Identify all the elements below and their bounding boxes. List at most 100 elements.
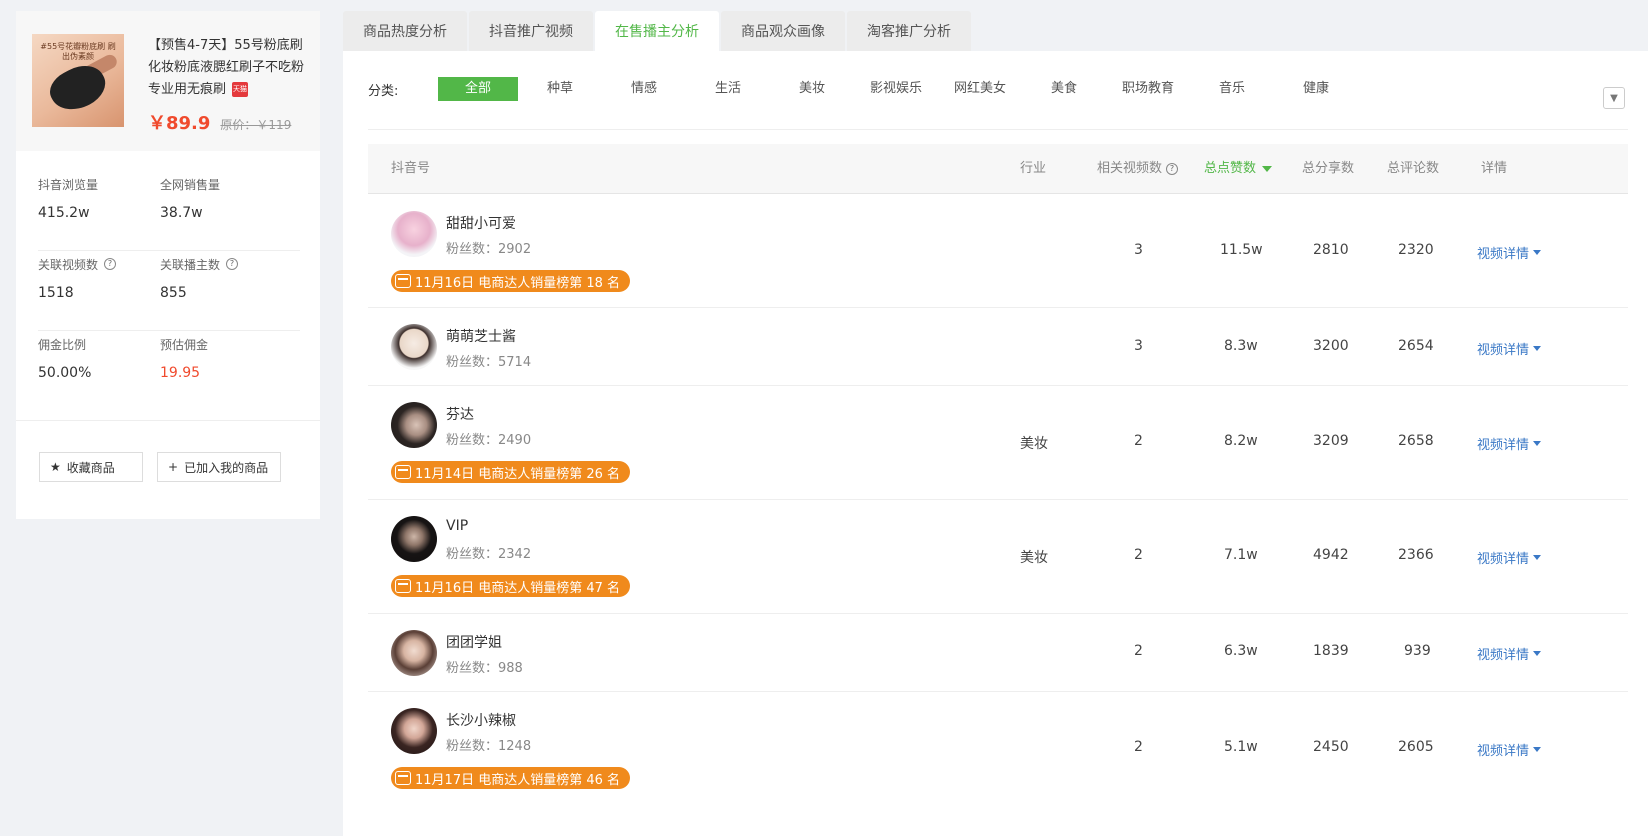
category-film-entertainment[interactable]: 影视娱乐 xyxy=(854,77,938,101)
header-account: 抖音号 xyxy=(391,161,431,176)
product-actions: ★ 收藏商品 + 已加入我的商品 xyxy=(39,452,281,482)
category-filter: 分类: 全部 种草 情感 生活 美妆 影视娱乐 网红美女 美食 职场教育 音乐 … xyxy=(368,76,1648,102)
help-icon[interactable]: ? xyxy=(226,258,239,270)
stat-value: 50.00% xyxy=(38,365,92,381)
dropdown-icon xyxy=(1533,555,1542,560)
category-influencer[interactable]: 网红美女 xyxy=(938,77,1022,101)
likes-cell: 7.1w xyxy=(1224,547,1258,563)
tab-taoke-analysis[interactable]: 淘客推广分析 xyxy=(847,11,971,51)
likes-cell: 6.3w xyxy=(1224,643,1258,659)
stat-related-videos: 关联视频数? 1518 xyxy=(38,255,160,330)
video-detail-link[interactable]: 视频详情 xyxy=(1477,740,1542,759)
comments-cell: 2320 xyxy=(1398,242,1434,258)
plus-icon: + xyxy=(168,460,179,474)
price-row: ￥89.9 原价：￥119 xyxy=(148,109,291,135)
avatar[interactable] xyxy=(391,324,437,370)
videos-cell: 2 xyxy=(1134,739,1143,755)
product-stats: 抖音浏览量 415.2w 全网销售量 38.7w 关联视频数? 1518 关联播… xyxy=(38,171,300,411)
expand-filter-button[interactable]: ▼ xyxy=(1603,87,1625,109)
avatar[interactable] xyxy=(391,708,437,754)
product-title[interactable]: 【预售4-7天】55号粉底刷化妆粉底液腮红刷子不吃粉专业用无痕刷 天猫 xyxy=(148,35,304,101)
tab-content: 分类: 全部 种草 情感 生活 美妆 影视娱乐 网红美女 美食 职场教育 音乐 … xyxy=(343,51,1648,836)
header-detail: 详情 xyxy=(1481,161,1508,176)
divider xyxy=(16,420,320,421)
tab-streamer-analysis[interactable]: 在售播主分析 xyxy=(595,11,719,51)
streamer-name[interactable]: VIP xyxy=(446,518,468,534)
streamer-name[interactable]: 长沙小辣椒 xyxy=(446,710,516,730)
category-all[interactable]: 全部 xyxy=(438,77,518,101)
avatar[interactable] xyxy=(391,630,437,676)
star-icon: ★ xyxy=(50,460,61,474)
category-beauty[interactable]: 美妆 xyxy=(770,77,854,101)
stat-douyin-views: 抖音浏览量 415.2w xyxy=(38,175,160,250)
video-detail-link[interactable]: 视频详情 xyxy=(1477,243,1542,262)
stat-label: 关联播主数? xyxy=(160,255,282,273)
filter-divider xyxy=(368,129,1628,130)
video-detail-link[interactable]: 视频详情 xyxy=(1477,548,1542,567)
stat-value: 1518 xyxy=(38,285,74,301)
stats-row: 佣金比例 50.00% 预估佣金 19.95 xyxy=(38,331,300,411)
stat-label: 抖音浏览量 xyxy=(38,177,99,192)
filter-label: 分类: xyxy=(368,83,399,99)
stat-label: 预估佣金 xyxy=(160,337,209,352)
sales-rank-badge: 11月16日 电商达人销量榜第 18 名 xyxy=(391,270,631,292)
table-row: VIP 粉丝数：2342 11月16日 电商达人销量榜第 47 名 美妆 2 7… xyxy=(368,500,1628,614)
shares-cell: 1839 xyxy=(1313,643,1349,659)
stat-value: 855 xyxy=(160,285,187,301)
video-detail-link[interactable]: 视频详情 xyxy=(1477,644,1542,663)
category-seeding[interactable]: 种草 xyxy=(518,77,602,101)
avatar[interactable] xyxy=(391,402,437,448)
category-career-education[interactable]: 职场教育 xyxy=(1106,77,1190,101)
streamer-name[interactable]: 萌萌芝士酱 xyxy=(446,326,516,346)
stat-related-streamers: 关联播主数? 855 xyxy=(160,255,282,330)
streamer-name[interactable]: 团团学姐 xyxy=(446,632,502,652)
product-image[interactable]: #55号花瓣粉底刷 刷出伪素颜 xyxy=(32,34,124,127)
category-health[interactable]: 健康 xyxy=(1274,77,1358,101)
category-emotion[interactable]: 情感 xyxy=(602,77,686,101)
added-to-my-products-button[interactable]: + 已加入我的商品 xyxy=(157,452,281,482)
likes-cell: 11.5w xyxy=(1220,242,1263,258)
shop-icon xyxy=(395,274,411,288)
avatar[interactable] xyxy=(391,211,437,257)
shares-cell: 2810 xyxy=(1313,242,1349,258)
header-videos[interactable]: 相关视频数 ? xyxy=(1097,144,1179,194)
videos-cell: 2 xyxy=(1134,433,1143,449)
product-summary: #55号花瓣粉底刷 刷出伪素颜 【预售4-7天】55号粉底刷化妆粉底液腮红刷子不… xyxy=(16,11,320,151)
stats-row: 抖音浏览量 415.2w 全网销售量 38.7w xyxy=(38,171,300,251)
likes-cell: 8.3w xyxy=(1224,338,1258,354)
tab-product-heat[interactable]: 商品热度分析 xyxy=(343,11,467,51)
header-comments: 总评论数 xyxy=(1387,161,1440,176)
fan-count: 粉丝数：2490 xyxy=(446,433,532,448)
comments-cell: 2605 xyxy=(1398,739,1434,755)
streamer-name[interactable]: 芬达 xyxy=(446,404,474,424)
industry-cell: 美妆 xyxy=(1020,550,1048,566)
table-row: 长沙小辣椒 粉丝数：1248 11月17日 电商达人销量榜第 46 名 2 5.… xyxy=(368,692,1628,806)
video-detail-link[interactable]: 视频详情 xyxy=(1477,434,1542,453)
category-food[interactable]: 美食 xyxy=(1022,77,1106,101)
chevron-down-icon: ▼ xyxy=(1610,92,1618,104)
favorite-button[interactable]: ★ 收藏商品 xyxy=(39,452,143,482)
table-header: 抖音号 行业 相关视频数 ? 总点赞数 总分享数 总评论数 详情 xyxy=(368,144,1628,194)
category-life[interactable]: 生活 xyxy=(686,77,770,101)
shop-icon xyxy=(395,465,411,479)
videos-cell: 3 xyxy=(1134,242,1143,258)
help-icon[interactable]: ? xyxy=(1166,163,1179,175)
header-shares: 总分享数 xyxy=(1302,161,1355,176)
header-likes-sort[interactable]: 总点赞数 xyxy=(1204,144,1273,194)
category-music[interactable]: 音乐 xyxy=(1190,77,1274,101)
tab-audience-profile[interactable]: 商品观众画像 xyxy=(721,11,845,51)
tab-douyin-videos[interactable]: 抖音推广视频 xyxy=(469,11,593,51)
avatar[interactable] xyxy=(391,516,437,562)
stats-row: 关联视频数? 1518 关联播主数? 855 xyxy=(38,251,300,331)
streamer-name[interactable]: 甜甜小可爱 xyxy=(446,213,516,233)
comments-cell: 2658 xyxy=(1398,433,1434,449)
stat-value: 19.95 xyxy=(160,365,201,381)
comments-cell: 2654 xyxy=(1398,338,1434,354)
help-icon[interactable]: ? xyxy=(104,258,117,270)
fan-count: 粉丝数：2902 xyxy=(446,242,532,257)
analysis-tabs: 商品热度分析 抖音推广视频 在售播主分析 商品观众画像 淘客推广分析 xyxy=(343,11,971,51)
video-detail-link[interactable]: 视频详情 xyxy=(1477,339,1542,358)
dropdown-icon xyxy=(1533,441,1542,446)
sales-rank-badge: 11月17日 电商达人销量榜第 46 名 xyxy=(391,767,631,789)
videos-cell: 2 xyxy=(1134,547,1143,563)
